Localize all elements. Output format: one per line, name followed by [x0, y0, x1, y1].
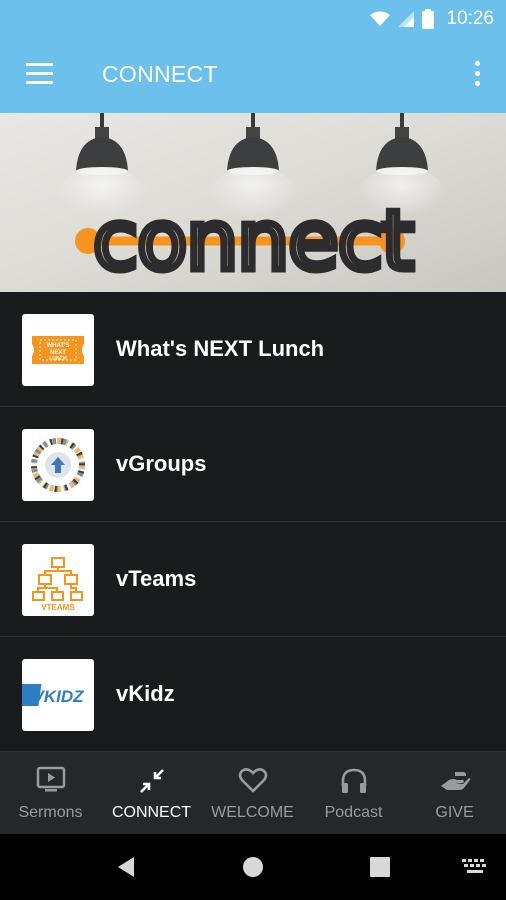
home-button[interactable]: [223, 834, 283, 900]
vteams-thumbnail: VTEAMS: [22, 544, 94, 616]
cell-signal-icon: [398, 10, 415, 27]
vgroups-thumbnail: [22, 429, 94, 501]
system-navigation-bar: [0, 834, 506, 900]
list-item-vkidz[interactable]: VKIDZ vKidz: [0, 637, 506, 752]
banner-word: connect: [93, 194, 413, 289]
connect-banner: connect: [0, 113, 506, 292]
nav-label: Podcast: [324, 804, 383, 821]
nav-item-podcast[interactable]: Podcast: [303, 752, 404, 834]
recents-square-icon: [370, 857, 390, 877]
status-time: 10:26: [446, 7, 494, 29]
overflow-menu-icon[interactable]: [472, 61, 482, 89]
nav-item-give[interactable]: GIVE: [404, 752, 505, 834]
nav-label: Sermons: [18, 804, 83, 821]
compress-arrows-icon: [139, 769, 164, 793]
list-item-vteams[interactable]: VTEAMS vTeams: [0, 522, 506, 637]
wifi-icon: [370, 11, 391, 26]
status-icons: 10:26: [370, 0, 494, 37]
headphones-icon: [341, 768, 366, 793]
svg-text:VTEAMS: VTEAMS: [41, 603, 75, 612]
svg-text:VKIDZ: VKIDZ: [33, 687, 85, 706]
nav-item-sermons[interactable]: Sermons: [0, 752, 101, 834]
svg-text:WHAT'S: WHAT'S: [47, 343, 70, 349]
hand-give-icon: [440, 772, 470, 790]
connect-list: WHAT'S NEXT LUNCH What's NEXT Lunch vGro…: [0, 292, 506, 752]
home-circle-icon: [243, 857, 263, 877]
list-item-label: vTeams: [116, 566, 197, 591]
nav-label: GIVE: [435, 804, 474, 821]
list-item-whats-next-lunch[interactable]: WHAT'S NEXT LUNCH What's NEXT Lunch: [0, 292, 506, 407]
list-item-label: vGroups: [116, 451, 207, 476]
banner-image: connect: [0, 113, 506, 292]
nav-label: WELCOME: [211, 804, 294, 821]
back-triangle-icon: [118, 857, 134, 877]
vkidz-thumbnail: VKIDZ: [22, 659, 94, 731]
battery-icon: [422, 8, 435, 29]
app-bar: CONNECT: [0, 37, 506, 113]
status-bar: 10:26: [0, 0, 506, 37]
nav-item-welcome[interactable]: WELCOME: [202, 752, 303, 834]
keyboard-switch-button[interactable]: [445, 834, 505, 900]
keyboard-icon: [462, 859, 486, 873]
list-item-label: What's NEXT Lunch: [116, 336, 325, 361]
nav-label: CONNECT: [111, 804, 192, 821]
list-item-label: vKidz: [116, 681, 175, 706]
nav-item-connect[interactable]: CONNECT: [101, 752, 202, 834]
list-item-vgroups[interactable]: vGroups: [0, 407, 506, 522]
tv-play-icon: [36, 766, 65, 792]
hamburger-menu-icon[interactable]: [26, 63, 54, 85]
recents-button[interactable]: [350, 834, 410, 900]
svg-text:LUNCH: LUNCH: [49, 356, 67, 362]
back-button[interactable]: [96, 834, 156, 900]
page-title: CONNECT: [102, 61, 218, 87]
bottom-navigation: Sermons CONNECT WELCOME Podcast GIVE: [0, 752, 506, 834]
whats-next-lunch-thumbnail: WHAT'S NEXT LUNCH: [22, 314, 94, 386]
heart-outline-icon: [238, 768, 267, 793]
